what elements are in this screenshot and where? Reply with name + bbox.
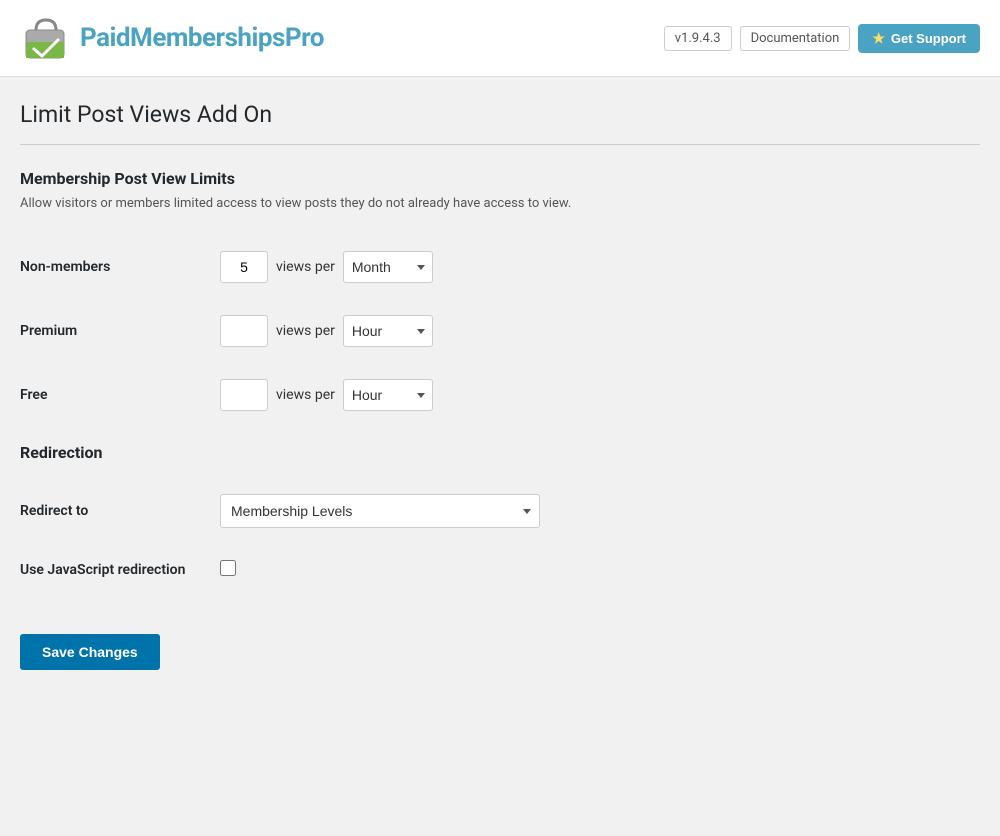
redirection-form-table: Redirect to Membership Levels Login Page… [20,478,980,596]
js-redirect-checkbox[interactable] [220,560,236,576]
field-label-premium: Premium [20,299,220,363]
field-cell-js-redirect [220,544,980,596]
page-title: Limit Post Views Add On [20,101,980,128]
views-per-label-nonmembers: views per [276,259,335,275]
support-button[interactable]: ★ Get Support [858,24,980,53]
logo-area: PaidMembershipsPro [20,12,324,64]
views-group-premium: views per Hour Day Week Month Year [220,315,980,347]
table-row: Free views per Hour Day Week [20,363,980,427]
field-cell-nonmembers: views per Hour Day Week Month Year [220,235,980,299]
table-row: Non-members views per Hour Day Week [20,235,980,299]
views-group-nonmembers: views per Hour Day Week Month Year [220,251,980,283]
pmp-logo-svg [20,12,72,64]
field-cell-premium: views per Hour Day Week Month Year [220,299,980,363]
header: PaidMembershipsPro v1.9.4.3 Documentatio… [0,0,1000,77]
views-input-nonmembers[interactable] [220,251,268,283]
table-row: Redirect to Membership Levels Login Page… [20,478,980,544]
logo-text: PaidMembershipsPro [80,23,324,53]
views-per-label-premium: views per [276,323,335,339]
logo-icon [20,12,72,64]
views-input-free[interactable] [220,379,268,411]
header-actions: v1.9.4.3 Documentation ★ Get Support [664,24,980,53]
settings-form: Membership Post View Limits Allow visito… [20,169,980,670]
redirection-section-title: Redirection [20,443,980,462]
views-per-label-free: views per [276,387,335,403]
field-cell-redirect-to: Membership Levels Login Page Custom URL [220,478,980,544]
membership-section-description: Allow visitors or members limited access… [20,196,980,211]
table-row: Use JavaScript redirection [20,544,980,596]
period-select-premium[interactable]: Hour Day Week Month Year [343,315,433,347]
period-select-nonmembers[interactable]: Hour Day Week Month Year [343,251,433,283]
redirection-section: Redirection Redirect to Membership Level… [20,443,980,596]
field-label-free: Free [20,363,220,427]
save-changes-button[interactable]: Save Changes [20,634,160,670]
divider [20,144,980,145]
field-label-redirect-to: Redirect to [20,478,220,544]
version-badge: v1.9.4.3 [664,26,732,51]
redirect-to-select[interactable]: Membership Levels Login Page Custom URL [220,494,540,528]
field-label-nonmembers: Non-members [20,235,220,299]
field-cell-free: views per Hour Day Week Month Year [220,363,980,427]
membership-limits-section: Membership Post View Limits Allow visito… [20,169,980,427]
page-wrapper: PaidMembershipsPro v1.9.4.3 Documentatio… [0,0,1000,836]
membership-section-title: Membership Post View Limits [20,169,980,188]
views-group-free: views per Hour Day Week Month Year [220,379,980,411]
main-content: Limit Post Views Add On Membership Post … [0,77,1000,710]
views-input-premium[interactable] [220,315,268,347]
period-select-free[interactable]: Hour Day Week Month Year [343,379,433,411]
star-icon: ★ [872,30,885,47]
membership-form-table: Non-members views per Hour Day Week [20,235,980,427]
table-row: Premium views per Hour Day Week [20,299,980,363]
field-label-js-redirect: Use JavaScript redirection [20,544,220,596]
documentation-link[interactable]: Documentation [740,26,851,51]
